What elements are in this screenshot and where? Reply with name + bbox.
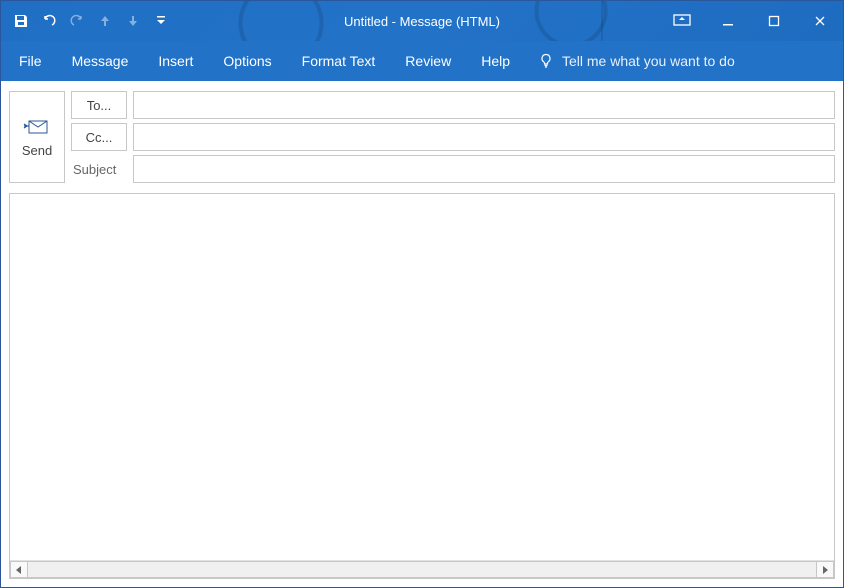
title-bar: Untitled - Message (HTML) bbox=[1, 1, 843, 41]
previous-item-icon bbox=[91, 7, 119, 35]
scroll-right-icon[interactable] bbox=[816, 561, 834, 578]
tell-me-search[interactable]: Tell me what you want to do bbox=[526, 41, 747, 81]
subject-label: Subject bbox=[71, 155, 127, 183]
maximize-icon[interactable] bbox=[751, 7, 797, 35]
tab-format-text[interactable]: Format Text bbox=[288, 41, 390, 81]
message-body[interactable] bbox=[10, 194, 834, 560]
ribbon-tabs: File Message Insert Options Format Text … bbox=[1, 41, 843, 81]
quick-access-toolbar bbox=[1, 7, 175, 35]
subject-field[interactable] bbox=[133, 155, 835, 183]
tab-help[interactable]: Help bbox=[467, 41, 524, 81]
redo-icon bbox=[63, 7, 91, 35]
message-header: Send To... Cc... Subject bbox=[7, 91, 837, 187]
tab-insert[interactable]: Insert bbox=[144, 41, 207, 81]
scroll-track[interactable] bbox=[28, 561, 816, 578]
close-icon[interactable] bbox=[797, 7, 843, 35]
next-item-icon bbox=[119, 7, 147, 35]
message-body-container bbox=[9, 193, 835, 579]
lightbulb-icon bbox=[538, 53, 554, 69]
to-field[interactable] bbox=[133, 91, 835, 119]
save-icon[interactable] bbox=[7, 7, 35, 35]
cc-field[interactable] bbox=[133, 123, 835, 151]
send-envelope-icon bbox=[23, 117, 51, 137]
window-controls bbox=[659, 7, 843, 35]
minimize-icon[interactable] bbox=[705, 7, 751, 35]
tab-message[interactable]: Message bbox=[58, 41, 143, 81]
customize-qat-icon[interactable] bbox=[147, 7, 175, 35]
horizontal-scrollbar[interactable] bbox=[10, 560, 834, 578]
tab-review[interactable]: Review bbox=[391, 41, 465, 81]
compose-pane: Send To... Cc... Subject bbox=[1, 81, 843, 587]
ribbon-options-icon[interactable] bbox=[659, 7, 705, 35]
undo-icon[interactable] bbox=[35, 7, 63, 35]
send-button[interactable]: Send bbox=[9, 91, 65, 183]
tab-file[interactable]: File bbox=[5, 41, 56, 81]
tab-options[interactable]: Options bbox=[209, 41, 285, 81]
scroll-left-icon[interactable] bbox=[10, 561, 28, 578]
to-button[interactable]: To... bbox=[71, 91, 127, 119]
tell-me-placeholder: Tell me what you want to do bbox=[562, 53, 735, 69]
send-button-label: Send bbox=[22, 143, 52, 158]
cc-button[interactable]: Cc... bbox=[71, 123, 127, 151]
